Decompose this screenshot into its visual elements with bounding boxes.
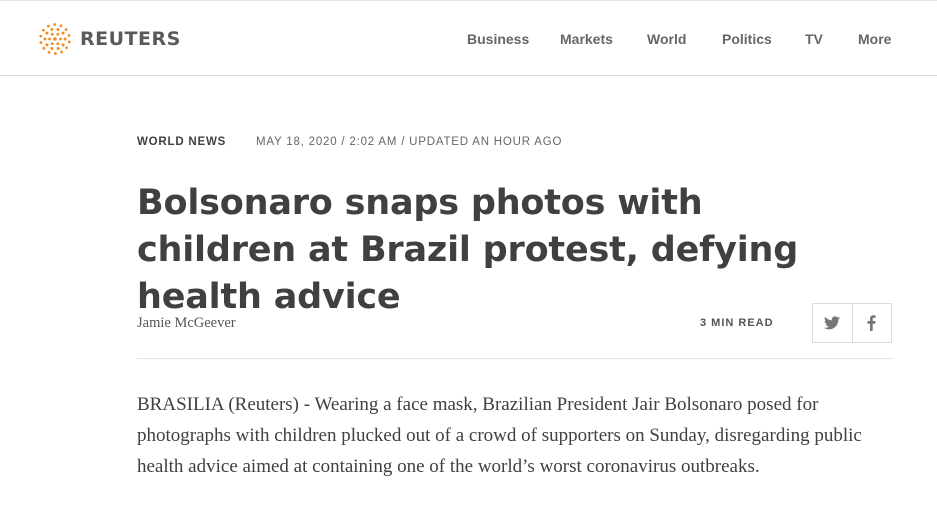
- nav-business[interactable]: Business: [467, 31, 529, 47]
- article-headline: Bolsonaro snaps photos with children at …: [137, 183, 799, 317]
- nav-world[interactable]: World: [647, 31, 686, 47]
- nav-markets[interactable]: Markets: [560, 31, 613, 47]
- article-body-paragraph: BRASILIA (Reuters) - Wearing a face mask…: [137, 394, 862, 477]
- read-time: 3 MIN READ: [700, 317, 774, 329]
- byline-divider: [137, 358, 893, 359]
- logo-text: REUTERS: [80, 28, 181, 50]
- site-header: REUTERS Business Markets World Politics …: [0, 0, 937, 76]
- author-byline[interactable]: Jamie McGeever: [137, 315, 236, 332]
- nav-tv[interactable]: TV: [805, 31, 823, 47]
- section-link[interactable]: WORLD NEWS: [137, 136, 226, 148]
- nav-politics[interactable]: Politics: [722, 31, 772, 47]
- nav-more[interactable]: More: [858, 31, 891, 47]
- twitter-icon: [824, 316, 841, 330]
- facebook-share-button[interactable]: [851, 304, 891, 342]
- article-date: MAY 18, 2020 / 2:02 AM / UPDATED AN HOUR…: [256, 136, 563, 148]
- facebook-icon: [867, 315, 876, 331]
- reuters-logo-icon: [39, 23, 71, 55]
- share-buttons: [812, 303, 892, 343]
- twitter-share-button[interactable]: [813, 304, 852, 342]
- reuters-logo[interactable]: REUTERS: [38, 22, 181, 56]
